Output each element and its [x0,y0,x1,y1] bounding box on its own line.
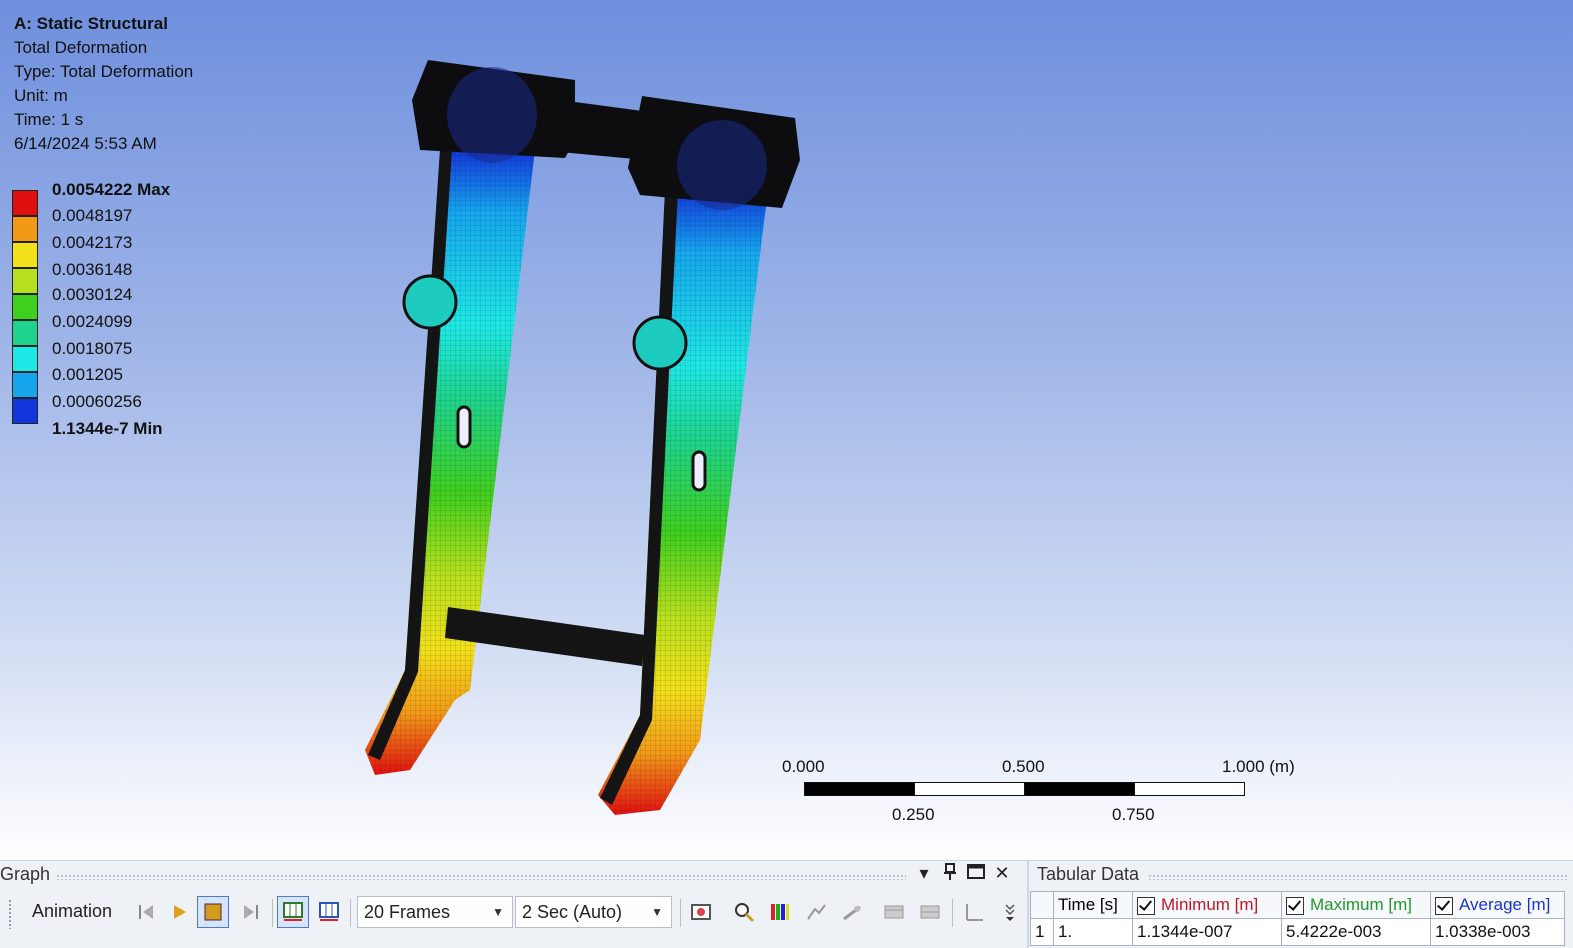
legend-icon[interactable] [764,896,796,928]
table-icon[interactable] [914,896,946,928]
column-header-minimum[interactable]: Minimum [m] [1132,891,1282,919]
lower-crossbar [445,607,645,666]
skip-forward-icon[interactable] [235,896,267,928]
animation-label: Animation [32,901,113,921]
stop-icon[interactable] [197,896,229,928]
animation-toolbar: Animation 20 Frames ▼ 2 Sec (Auto) ▼ [0,893,1025,933]
close-icon[interactable]: ✕ [990,863,1014,884]
graph-panel-title: Graph [0,864,51,884]
scale-label: 1.000 (m) [1222,757,1295,776]
chevron-down-icon: ▼ [651,905,663,919]
column-header-maximum[interactable]: Maximum [m] [1281,891,1431,919]
checkbox-icon[interactable] [1435,896,1453,915]
right-leg [598,190,768,815]
graphics-viewport[interactable]: A: Static Structural Total Deformation T… [0,0,1573,860]
probe-icon[interactable] [836,896,868,928]
scale-label: 0.750 [1112,805,1155,824]
chevron-down-icon: ▼ [492,905,504,919]
scale-label: 0.500 [1002,757,1045,776]
chevron-down-icon[interactable]: ▾ [912,863,936,884]
pin-icon[interactable] [938,863,962,886]
chart-icon[interactable] [958,896,990,928]
probe-icon[interactable] [800,896,832,928]
duration-value: 2 Sec (Auto) [522,902,623,922]
scale-label: 0.250 [892,805,935,824]
scale-bar: 0.000 0.500 1.000 (m) 0.250 0.750 [780,757,1340,837]
cell-average: 1.0338e-003 [1430,918,1565,946]
zoom-icon[interactable] [728,896,760,928]
skip-back-icon[interactable] [130,896,162,928]
left-leg [365,150,535,775]
window-icon[interactable] [964,863,988,884]
cell-minimum: 1.1344e-007 [1132,918,1282,946]
play-icon[interactable] [163,896,195,928]
duration-select[interactable]: 2 Sec (Auto) ▼ [515,896,672,928]
distributed-frames-icon[interactable] [277,896,309,928]
cell-time: 1. [1053,918,1133,946]
column-header-average[interactable]: Average [m] [1430,891,1565,919]
checkbox-icon[interactable] [1137,896,1155,915]
frames-select[interactable]: 20 Frames ▼ [357,896,513,928]
table-row[interactable]: 1 1. 1.1344e-007 5.4222e-003 1.0338e-003 [1030,918,1565,946]
cell-maximum: 5.4222e-003 [1281,918,1431,946]
deformation-model[interactable] [0,0,1573,860]
result-frames-icon[interactable] [313,896,345,928]
table-icon[interactable] [878,896,910,928]
column-header-time[interactable]: Time [s] [1053,891,1133,919]
export-video-icon[interactable] [685,896,717,928]
tabular-panel-title: Tabular Data [1037,864,1140,884]
bottom-panels: Graph ▾ ✕ Animation 20 Frames ▼ 2 Sec (A… [0,860,1573,948]
checkbox-icon[interactable] [1286,896,1304,915]
table-header-row: Time [s] Minimum [m] Maximum [m] Average… [1030,891,1565,919]
row-index: 1 [1030,918,1054,946]
scale-label: 0.000 [782,757,825,776]
chevron-down-icon[interactable] [994,896,1026,928]
frames-value: 20 Frames [364,902,451,922]
tabular-data-table: Time [s] Minimum [m] Maximum [m] Average… [1030,891,1565,946]
